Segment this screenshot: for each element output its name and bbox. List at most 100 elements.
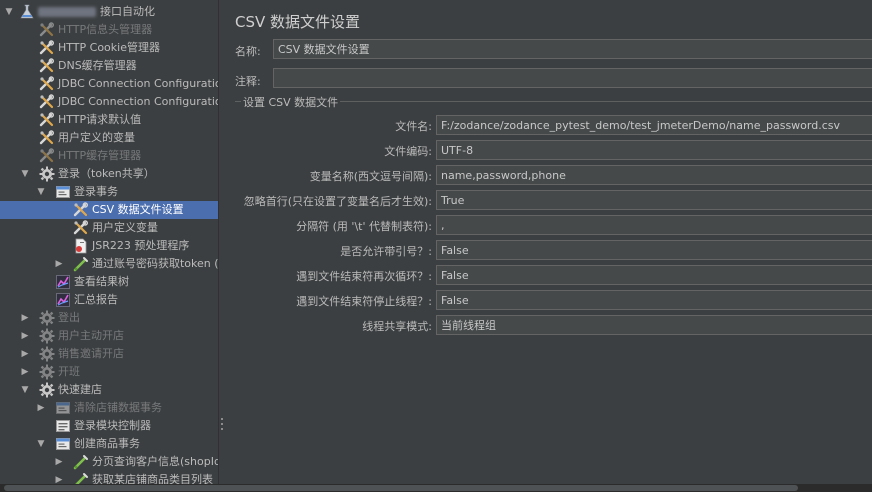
csv-field-label: 遇到文件结束符再次循环？: <box>296 270 432 283</box>
panel-splitter[interactable] <box>218 0 229 484</box>
tree-item[interactable]: ▼ 创建商品事务 <box>0 435 218 453</box>
tree-item[interactable]: ▶ 销售邀请开店 <box>0 345 218 363</box>
config-icon <box>73 220 89 236</box>
tree-item[interactable]: JDBC Connection Configuration <box>0 93 218 111</box>
tree-item[interactable]: ▼ 快速建店 <box>0 381 218 399</box>
csv-field-input[interactable]: F:/zodance/zodance_pytest_demo/test_jmet… <box>436 115 872 135</box>
sampler-icon <box>73 454 89 470</box>
name-label: 名称: <box>235 45 261 58</box>
tree-item[interactable]: ▼ 登录（token共享） <box>0 165 218 183</box>
splitter-grip[interactable] <box>221 418 224 432</box>
gear-icon <box>39 166 55 182</box>
expand-arrow-down-icon[interactable]: ▼ <box>36 183 46 201</box>
csv-field-combo[interactable]: False <box>436 240 872 260</box>
expand-arrow-down-icon[interactable]: ▼ <box>36 435 46 453</box>
script-icon <box>73 238 89 254</box>
tree-item[interactable]: 汇总报告 <box>0 291 218 309</box>
tree-item-label: 用户定义变量 <box>92 221 158 234</box>
expand-arrow-right-icon[interactable]: ▶ <box>20 345 30 363</box>
tree-item[interactable]: ▼ 接口自动化 <box>0 3 218 21</box>
expand-arrow-down-icon[interactable]: ▼ <box>20 165 30 183</box>
tree-item[interactable]: HTTP缓存管理器 <box>0 147 218 165</box>
tree-item[interactable]: 查看结果树 <box>0 273 218 291</box>
tree-item[interactable]: HTTP请求默认值 <box>0 111 218 129</box>
tree-item-label: HTTP请求默认值 <box>58 113 142 126</box>
config-icon <box>39 22 55 38</box>
tree-item-label: JSR223 预处理程序 <box>92 239 190 252</box>
expand-arrow-down-icon[interactable]: ▼ <box>4 3 14 21</box>
tree-item[interactable]: ▶ 通过账号密码获取token (/ <box>0 255 218 273</box>
csv-field-combo[interactable]: UTF-8 <box>436 140 872 160</box>
tree-item[interactable]: ▶ 分页查询客户信息(shopId <box>0 453 218 471</box>
gear-icon <box>39 364 55 380</box>
expand-arrow-right-icon[interactable]: ▶ <box>20 363 30 381</box>
tree-item[interactable]: HTTP Cookie管理器 <box>0 39 218 57</box>
csv-config-panel: CSV 数据文件设置 名称: CSV 数据文件设置 注释: 设置 CSV 数据文… <box>229 0 872 484</box>
config-icon <box>39 112 55 128</box>
tree-item-label: CSV 数据文件设置 <box>92 203 184 216</box>
csv-field-combo[interactable]: False <box>436 290 872 310</box>
tree-item[interactable]: ▶ 登出 <box>0 309 218 327</box>
tree-item-label: 登录模块控制器 <box>74 419 151 432</box>
config-icon <box>39 76 55 92</box>
tree-item-label: 用户定义的变量 <box>58 131 135 144</box>
tree-item[interactable]: ▶ 清除店铺数据事务 <box>0 399 218 417</box>
redacted-name <box>38 7 96 17</box>
csv-field-label: 变量名称(西文逗号间隔): <box>309 170 432 183</box>
config-icon <box>39 94 55 110</box>
expand-arrow-down-icon[interactable]: ▼ <box>20 381 30 399</box>
tree-item[interactable]: 用户定义变量 <box>0 219 218 237</box>
tree-item[interactable]: HTTP信息头管理器 <box>0 21 218 39</box>
expand-arrow-right-icon[interactable]: ▶ <box>54 471 64 484</box>
tree-item[interactable]: 登录模块控制器 <box>0 417 218 435</box>
csv-field-combo[interactable]: 当前线程组 <box>436 315 872 335</box>
tree-item[interactable]: DNS缓存管理器 <box>0 57 218 75</box>
tree-item[interactable]: JSR223 预处理程序 <box>0 237 218 255</box>
csv-field-input[interactable]: name,password,phone <box>436 165 872 185</box>
tree-item[interactable]: ▼ 登录事务 <box>0 183 218 201</box>
csv-field-combo[interactable]: False <box>436 265 872 285</box>
tree-item[interactable]: ▶ 获取某店铺商品类目列表 <box>0 471 218 484</box>
tree-item-label: 分页查询客户信息(shopId <box>92 455 218 468</box>
csv-field-input[interactable]: , <box>436 215 872 235</box>
expand-arrow-right-icon[interactable]: ▶ <box>54 453 64 471</box>
tree-item-label: JDBC Connection Configuration <box>58 95 218 108</box>
horizontal-scrollbar[interactable] <box>0 484 872 492</box>
csv-field-label: 忽略首行(只在设置了变量名后才生效): <box>243 195 432 208</box>
name-field[interactable]: CSV 数据文件设置 <box>273 39 872 59</box>
gear-icon <box>39 310 55 326</box>
csv-field-label: 文件名: <box>395 120 432 133</box>
csv-field-label: 线程共享模式: <box>362 320 432 333</box>
comment-field[interactable] <box>273 68 872 88</box>
tree-item[interactable]: ▶ 用户主动开店 <box>0 327 218 345</box>
expand-arrow-right-icon[interactable]: ▶ <box>20 327 30 345</box>
tree-item-label: 用户主动开店 <box>58 329 124 342</box>
scrollbar-thumb[interactable] <box>4 485 798 491</box>
tree-item-label: 汇总报告 <box>74 293 118 306</box>
csv-field-combo[interactable]: True <box>436 190 872 210</box>
tree-item-label: 通过账号密码获取token (/ <box>92 257 218 270</box>
tree-item-label: 创建商品事务 <box>74 437 140 450</box>
test-plan-tree[interactable]: ▼ 接口自动化 HTTP信息头管理器 HTTP Cookie管理器 DNS缓存管理器 JD… <box>0 0 218 484</box>
tree-item[interactable]: ▶ 开班 <box>0 363 218 381</box>
tree-item-label: 登录事务 <box>74 185 118 198</box>
gear-icon <box>39 346 55 362</box>
tree-item-label: 快速建店 <box>58 383 102 396</box>
csv-field-label: 是否允许带引号？: <box>340 245 432 258</box>
tree-item[interactable]: 用户定义的变量 <box>0 129 218 147</box>
tree-item-label: JDBC Connection Configuration <box>58 77 218 90</box>
tree-item-label: 登录（token共享） <box>58 167 155 180</box>
expand-arrow-right-icon[interactable]: ▶ <box>20 309 30 327</box>
tree-item[interactable]: JDBC Connection Configuration <box>0 75 218 93</box>
tree-item-label: DNS缓存管理器 <box>58 59 137 72</box>
sampler-icon <box>73 472 89 484</box>
tree-item-label: 获取某店铺商品类目列表 <box>92 473 213 484</box>
expand-arrow-right-icon[interactable]: ▶ <box>54 255 64 273</box>
tree-item-selected[interactable]: CSV 数据文件设置 <box>0 201 218 219</box>
config-icon <box>39 130 55 146</box>
tree-item-label: HTTP Cookie管理器 <box>58 41 160 54</box>
csv-field-label: 分隔符 (用 '\t' 代替制表符): <box>296 220 432 233</box>
tree-item-label: HTTP信息头管理器 <box>58 23 153 36</box>
gear-icon <box>39 328 55 344</box>
expand-arrow-right-icon[interactable]: ▶ <box>36 399 46 417</box>
